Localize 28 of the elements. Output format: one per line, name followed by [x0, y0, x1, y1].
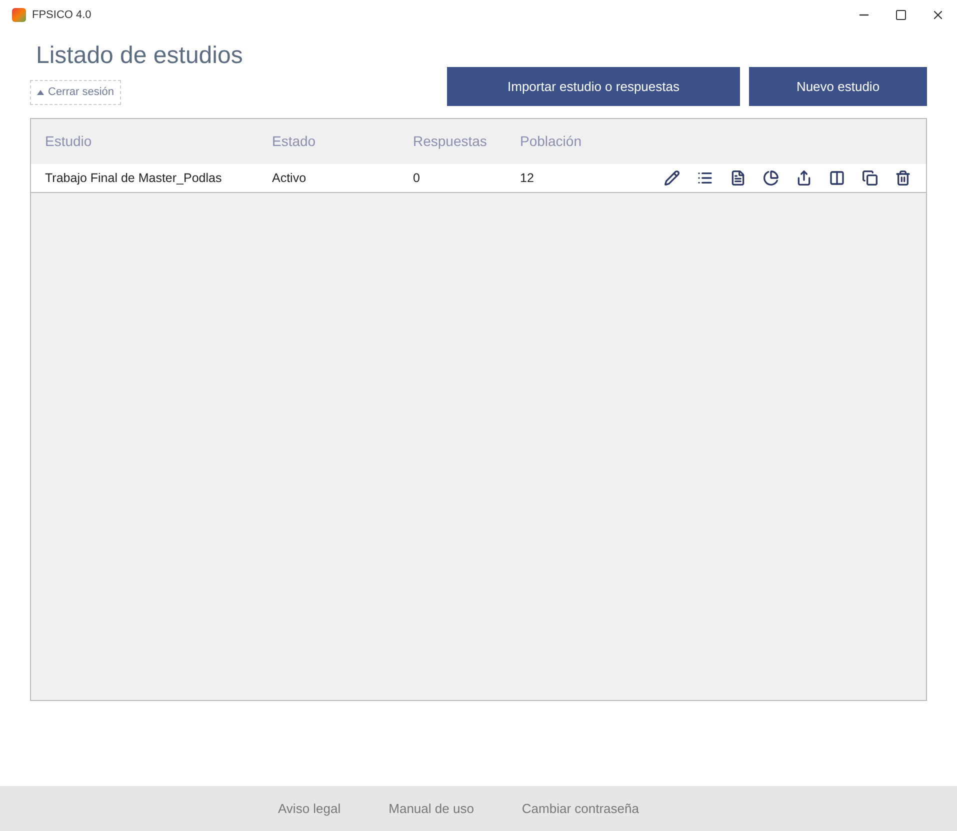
import-button[interactable]: Importar estudio o respuestas [447, 67, 740, 106]
table-row[interactable]: Trabajo Final de Master_Podlas Activo 0 12 [31, 164, 926, 193]
copy-icon[interactable] [861, 169, 879, 187]
new-study-button[interactable]: Nuevo estudio [749, 67, 927, 106]
logout-link[interactable]: Cerrar sesión [30, 80, 122, 104]
table-cell-text: 12 [520, 170, 535, 187]
columns-icon[interactable] [828, 169, 846, 187]
table-cell-text: Trabajo Final de Master_Podlas [45, 170, 223, 187]
close-icon[interactable] [931, 8, 945, 22]
trash-icon[interactable] [894, 169, 912, 187]
maximize-icon[interactable] [895, 9, 907, 21]
window-title: FPSICO 4.0 [32, 8, 92, 23]
export-icon[interactable] [795, 169, 813, 187]
footer-link[interactable]: Manual de uso [388, 798, 474, 818]
arrow-icon [37, 90, 44, 95]
footer-link[interactable]: Aviso legal [278, 798, 341, 818]
table-cell-text: 0 [413, 170, 421, 187]
column-header: Población [520, 132, 582, 151]
document-icon[interactable] [729, 169, 747, 187]
pencil-icon[interactable] [663, 169, 681, 187]
column-header: Respuestas [413, 132, 488, 151]
column-header: Estado [272, 132, 317, 151]
app-logo-icon [12, 8, 26, 22]
page-title: Listado de estudios [36, 41, 243, 71]
column-header: Estudio [45, 132, 93, 151]
table-cell-text: Activo [272, 170, 308, 187]
footer-link[interactable]: Cambiar contraseña [522, 798, 639, 818]
pie-chart-icon[interactable] [762, 169, 780, 187]
